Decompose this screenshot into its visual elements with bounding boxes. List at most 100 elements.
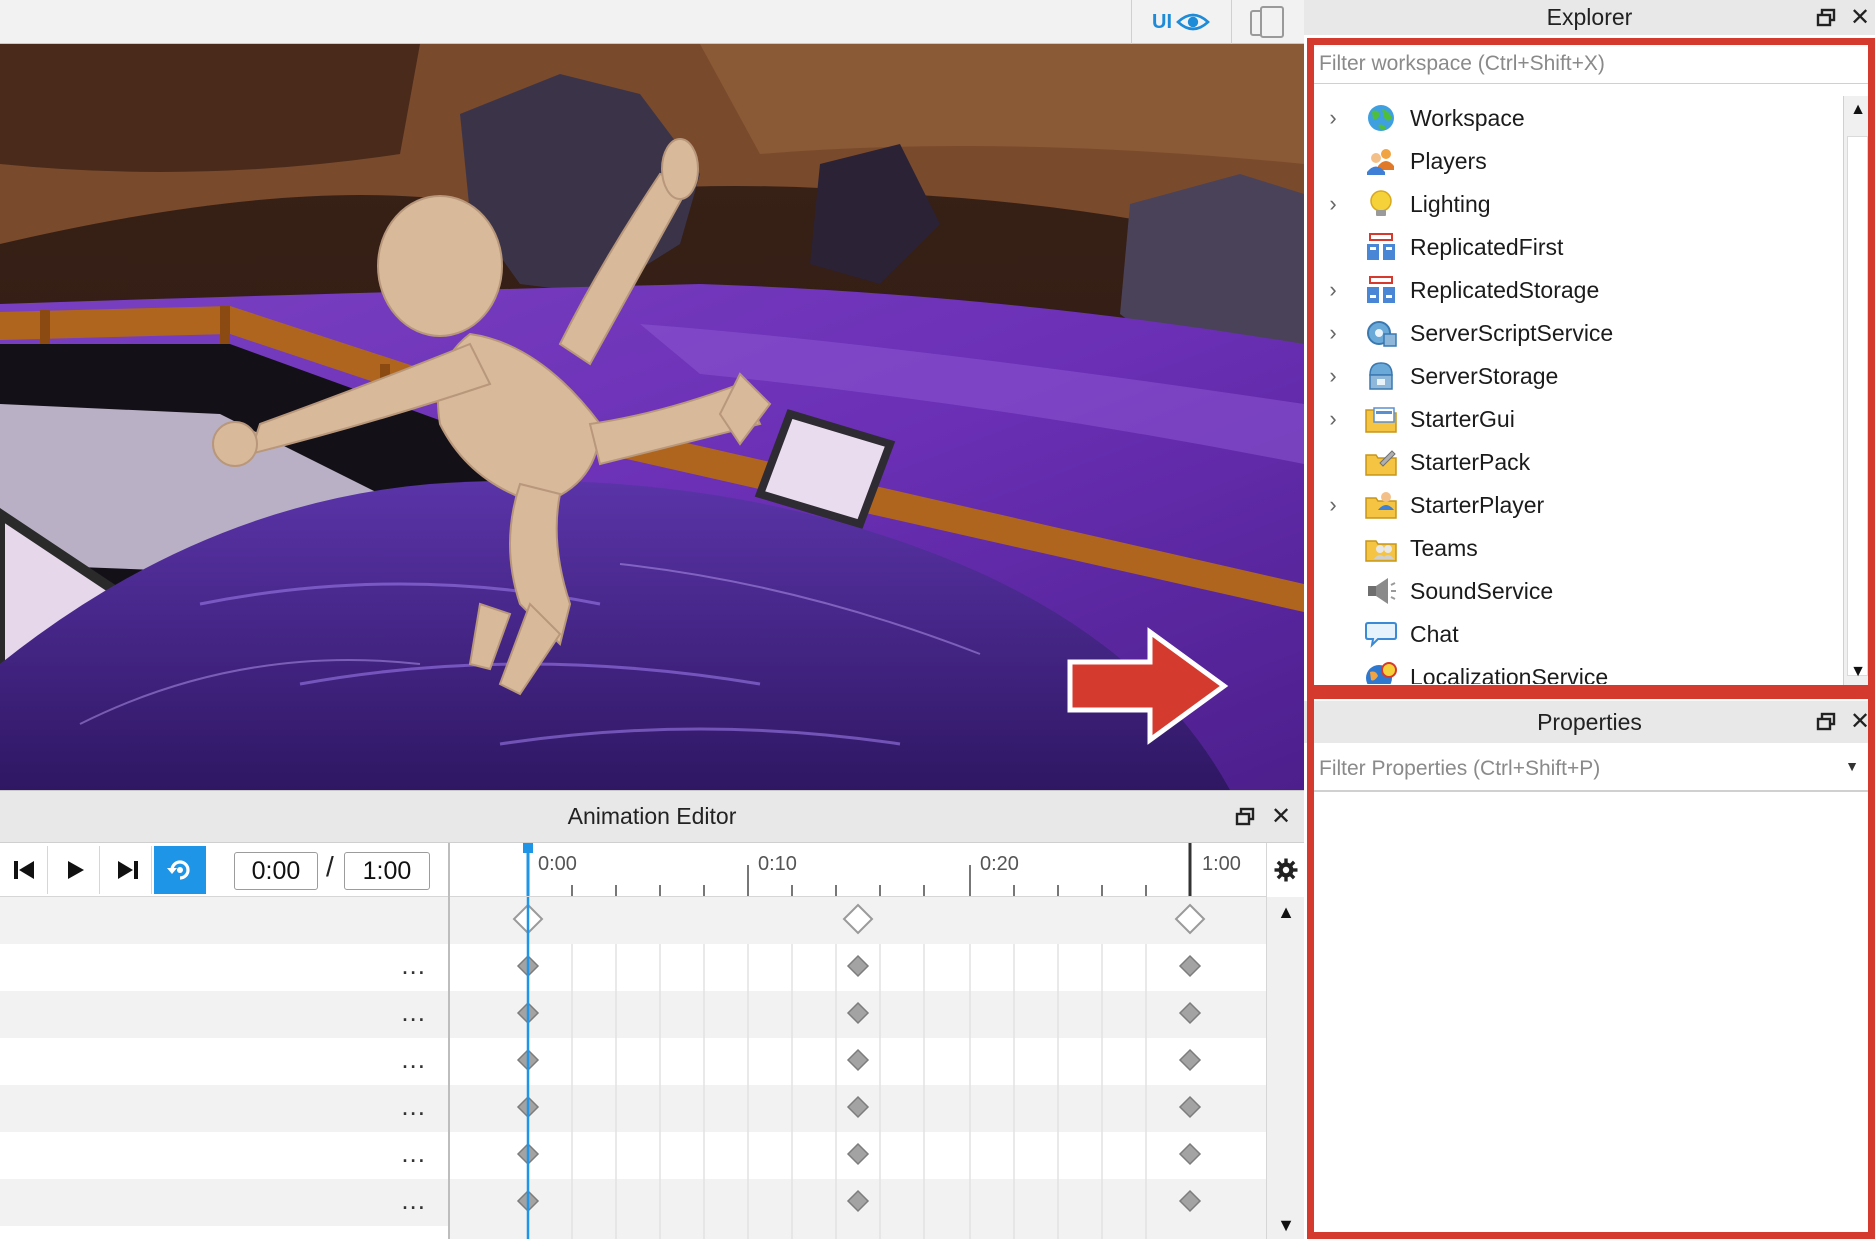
globe-icon [1368,105,1394,131]
current-time-field[interactable]: 0:00 [234,852,318,890]
time-separator: / [326,851,334,882]
track-menu-button[interactable]: ... [401,950,426,981]
starter-gui-icon [1365,407,1397,433]
explorer-filter-placeholder: Filter workspace (Ctrl+Shift+X) [1319,51,1605,75]
tree-item-label: ReplicatedFirst [1410,234,1564,260]
tree-item-replicatedfirst[interactable]: ReplicatedFirst [1313,225,1841,268]
close-icon[interactable]: ✕ [1270,805,1292,829]
replicated-storage-icon [1367,276,1395,303]
playback-controls: 0:00 / 1:00 [0,843,448,897]
ruler-label: 0:00 [538,853,577,875]
animation-editor-header: Animation Editor ✕ [0,791,1304,843]
viewport-toolbar: UI [0,0,1304,44]
tree-item-label: Chat [1410,621,1459,647]
starter-player-icon [1365,492,1397,519]
eye-icon [1176,13,1210,31]
keyframe-scrollbar[interactable]: ▲ ▼ [1266,897,1304,1239]
toolbar-divider [1131,0,1132,44]
tree-item-startergui[interactable]: › StarterGui [1313,397,1841,440]
track-menu-button[interactable]: ... [401,997,426,1028]
play-icon [67,861,84,879]
properties-list [1313,798,1869,1231]
expand-chevron-icon[interactable]: › [1323,311,1343,354]
tree-item-soundservice[interactable]: SoundService [1313,569,1841,612]
explorer-panel: Explorer ✕ Filter workspace (Ctrl+Shift+… [1304,0,1875,694]
chevron-down-icon[interactable]: ▼ [1845,758,1859,774]
tree-item-label: Workspace [1410,105,1525,131]
expand-chevron-icon[interactable]: › [1323,268,1343,311]
ui-visibility-toggle[interactable]: UI [1140,4,1222,40]
explorer-tree: › Workspace Players › Lighting Replicate… [1313,96,1841,684]
skip-back-icon [13,861,34,879]
scrollbar-thumb[interactable] [1847,136,1868,676]
tree-item-label: StarterPlayer [1410,492,1545,518]
properties-filter-input[interactable]: Filter Properties (Ctrl+Shift+P) ▼ [1313,748,1869,792]
track-row[interactable]: ... [0,1085,448,1132]
tree-item-starterpack[interactable]: StarterPack [1313,440,1841,483]
timeline-ruler[interactable]: 0:00 0:10 0:20 1:00 [450,843,1266,897]
tree-item-label: StarterPack [1410,449,1531,475]
tree-item-label: Teams [1410,535,1478,561]
skip-to-end-button[interactable] [104,846,152,894]
skip-to-start-button[interactable] [0,846,48,894]
track-row[interactable]: ... [0,1132,448,1179]
tree-item-localizationservice[interactable]: LocalizationService [1313,655,1841,684]
tree-item-replicatedstorage[interactable]: › ReplicatedStorage [1313,268,1841,311]
gear-icon [1274,858,1297,882]
skip-forward-icon [117,861,138,879]
track-menu-button[interactable]: ... [401,1185,426,1216]
explorer-filter-input[interactable]: Filter workspace (Ctrl+Shift+X) [1313,44,1869,84]
explorer-scrollbar[interactable]: ▲ ▼ [1843,96,1871,686]
scroll-up-icon[interactable]: ▲ [1844,96,1872,124]
close-icon[interactable]: ✕ [1849,710,1871,734]
tree-item-label: SoundService [1410,578,1554,604]
summary-track-row [0,897,448,944]
play-button[interactable] [52,846,100,894]
dock-restore-icon[interactable] [1815,711,1837,733]
tree-item-label: ServerStorage [1410,363,1559,389]
editor-settings-button[interactable] [1266,843,1304,897]
loop-toggle-button[interactable] [154,846,206,894]
expand-chevron-icon[interactable]: › [1323,182,1343,225]
current-time-value: 0:00 [251,856,301,885]
tree-item-label: ServerScriptService [1410,320,1614,346]
expand-chevron-icon[interactable]: › [1323,96,1343,139]
expand-chevron-icon[interactable]: › [1323,354,1343,397]
explorer-header: Explorer ✕ [1304,0,1875,35]
keyframe-grid [450,897,1266,1239]
track-row[interactable]: ... [0,944,448,991]
animation-editor-panel: Animation Editor ✕ 0:00 / 1:00 0:00 0:10… [0,790,1304,1239]
properties-filter-placeholder: Filter Properties (Ctrl+Shift+P) [1319,757,1601,780]
properties-title: Properties [1537,708,1642,735]
end-time-field[interactable]: 1:00 [344,852,430,890]
server-script-service-icon [1367,321,1397,347]
tree-item-label: ReplicatedStorage [1410,277,1600,303]
loop-icon [167,860,190,880]
scroll-down-icon[interactable]: ▼ [1267,1210,1305,1239]
tree-item-serverstorage[interactable]: › ServerStorage [1313,354,1841,397]
dock-restore-icon[interactable] [1815,7,1837,29]
track-menu-button[interactable]: ... [401,1091,426,1122]
scroll-down-icon[interactable]: ▼ [1844,658,1872,686]
tree-item-teams[interactable]: Teams [1313,526,1841,569]
track-row[interactable]: ... [0,1038,448,1085]
device-emulator-button[interactable] [1244,4,1292,40]
tree-item-players[interactable]: Players [1313,139,1841,182]
tree-item-lighting[interactable]: › Lighting [1313,182,1841,225]
expand-chevron-icon[interactable]: › [1323,483,1343,526]
scroll-up-icon[interactable]: ▲ [1267,897,1305,927]
tree-item-serverscriptservice[interactable]: › ServerScriptService [1313,311,1841,354]
track-menu-button[interactable]: ... [401,1044,426,1075]
localization-icon [1366,662,1397,684]
dock-restore-icon[interactable] [1234,806,1256,828]
track-row[interactable]: ... [0,1179,448,1226]
tree-item-chat[interactable]: Chat [1313,612,1841,655]
expand-chevron-icon[interactable]: › [1323,397,1343,440]
track-menu-button[interactable]: ... [401,1138,426,1169]
tree-item-starterplayer[interactable]: › StarterPlayer [1313,483,1841,526]
track-row[interactable]: ... [0,991,448,1038]
3d-viewport[interactable] [0,44,1304,790]
keyframe-area[interactable] [450,897,1266,1239]
close-icon[interactable]: ✕ [1849,5,1871,29]
tree-item-workspace[interactable]: › Workspace [1313,96,1841,139]
